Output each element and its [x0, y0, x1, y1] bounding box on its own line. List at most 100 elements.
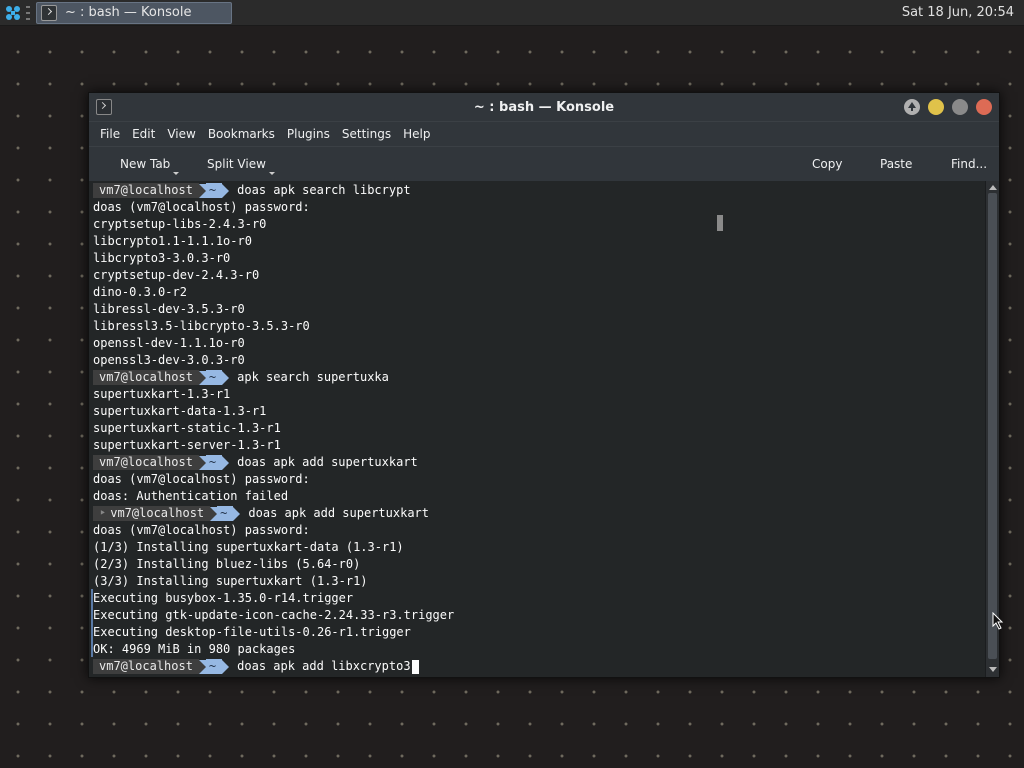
shell-prompt: vm7@localhost ~ — [93, 659, 230, 674]
output-text: (2/3) Installing bluez-libs (5.64-r0) — [93, 557, 361, 571]
output-text: libcrypto3-3.0.3-r0 — [93, 251, 231, 265]
terminal-output-line: openssl3-dev-3.0.3-r0 — [93, 352, 454, 369]
terminal-prompt-line: vm7@localhost ~ doas apk add supertuxkart — [93, 454, 454, 471]
chevron-down-icon — [268, 172, 275, 175]
output-text: libressl-dev-3.5.3-r0 — [93, 302, 245, 316]
terminal-output-line: supertuxkart-static-1.3-r1 — [93, 420, 454, 437]
terminal-output-line: supertuxkart-1.3-r1 — [93, 386, 454, 403]
output-text: supertuxkart-static-1.3-r1 — [93, 421, 281, 435]
terminal-scrollbar[interactable] — [985, 181, 999, 677]
terminal-output-line: Executing gtk-update-icon-cache-2.24.33-… — [93, 607, 454, 624]
window-menu-icon[interactable] — [96, 99, 112, 115]
scroll-up-icon[interactable] — [989, 185, 997, 190]
prompt-host: vm7@localhost — [93, 370, 199, 385]
terminal-output-line: openssl-dev-1.1.1o-r0 — [93, 335, 454, 352]
window-title: ~ : bash — Konsole — [473, 99, 615, 115]
terminal-output-line: supertuxkart-data-1.3-r1 — [93, 403, 454, 420]
menu-bookmarks[interactable]: Bookmarks — [202, 127, 281, 141]
output-text: doas (vm7@localhost) password: — [93, 472, 310, 486]
output-marker — [91, 589, 93, 657]
clock[interactable]: Sat 18 Jun, 20:54 — [902, 5, 1014, 20]
toolbar: New Tab Split View Copy Paste Find... — [89, 146, 999, 182]
prompt-separator-icon — [198, 659, 206, 674]
prompt-host: ‣ vm7@localhost — [93, 506, 211, 521]
output-text: OK: 4969 MiB in 980 packages — [93, 642, 296, 656]
output-text: libcrypto1.1-1.1.1o-r0 — [93, 234, 252, 248]
terminal-output-line: Executing busybox-1.35.0-r14.trigger — [93, 590, 454, 607]
terminal-output-line: libressl-dev-3.5.3-r0 — [93, 301, 454, 318]
scroll-down-icon[interactable] — [989, 667, 997, 672]
lock-icon: ‣ — [99, 506, 107, 520]
output-text: doas (vm7@localhost) password: — [93, 200, 310, 214]
find-button[interactable]: Find... — [951, 157, 987, 171]
terminal-output-line: (3/3) Installing supertuxkart (1.3-r1) — [93, 573, 454, 590]
command-text: doas apk add supertuxkart — [248, 506, 430, 520]
terminal-output-line: Executing desktop-file-utils-0.26-r1.tri… — [93, 624, 454, 641]
prompt-dir: ~ — [217, 506, 234, 521]
copy-button[interactable]: Copy — [812, 157, 842, 171]
prompt-separator-icon — [198, 370, 206, 385]
paste-button[interactable]: Paste — [880, 157, 912, 171]
menu-file[interactable]: File — [94, 127, 126, 141]
prompt-separator-icon — [198, 455, 206, 470]
menu-edit[interactable]: Edit — [126, 127, 161, 141]
prompt-dir: ~ — [205, 183, 223, 198]
menu-help[interactable]: Help — [397, 127, 436, 141]
window-buttons — [904, 99, 992, 115]
terminal-output-line: libcrypto3-3.0.3-r0 — [93, 250, 454, 267]
maximize-button[interactable] — [952, 99, 968, 115]
chevron-down-icon — [173, 172, 180, 175]
task-label: ~ : bash — Konsole — [65, 5, 192, 20]
terminal-prompt-line: vm7@localhost ~ doas apk search libcrypt — [93, 182, 454, 199]
menu-bar: File Edit View Bookmarks Plugins Setting… — [89, 121, 999, 146]
prompt-separator-icon — [210, 506, 218, 521]
prompt-dir: ~ — [205, 370, 223, 385]
scrollbar-thumb[interactable] — [988, 193, 997, 659]
terminal-output-line: supertuxkart-server-1.3-r1 — [93, 437, 454, 454]
output-text: supertuxkart-1.3-r1 — [93, 387, 231, 401]
prompt-arrow-icon — [222, 659, 230, 674]
output-text: supertuxkart-server-1.3-r1 — [93, 438, 281, 452]
application-launcher-button[interactable] — [0, 0, 26, 26]
output-text: doas (vm7@localhost) password: — [93, 523, 310, 537]
panel-separator — [26, 5, 32, 20]
terminal-display[interactable]: vm7@localhost ~ doas apk search libcrypt do… — [89, 181, 987, 677]
window-titlebar[interactable]: ~ : bash — Konsole — [89, 93, 999, 121]
konsole-icon — [41, 4, 57, 21]
output-text: Executing gtk-update-icon-cache-2.24.33-… — [93, 608, 455, 622]
output-text: dino-0.3.0-r2 — [93, 285, 187, 299]
terminal-output-line: (2/3) Installing bluez-libs (5.64-r0) — [93, 556, 454, 573]
new-tab-button[interactable]: New Tab — [120, 157, 180, 175]
output-text: Executing desktop-file-utils-0.26-r1.tri… — [93, 625, 411, 639]
text-cursor — [411, 659, 419, 674]
output-text: cryptsetup-libs-2.4.3-r0 — [93, 217, 267, 231]
menu-settings[interactable]: Settings — [336, 127, 397, 141]
top-panel: ~ : bash — Konsole Sat 18 Jun, 20:54 — [0, 0, 1024, 26]
minimize-button[interactable] — [928, 99, 944, 115]
prompt-dir: ~ — [205, 659, 223, 674]
prompt-host-text: vm7@localhost — [99, 659, 193, 673]
output-text: openssl3-dev-3.0.3-r0 — [93, 353, 245, 367]
task-konsole[interactable]: ~ : bash — Konsole — [36, 1, 232, 24]
terminal-output-line: (1/3) Installing supertuxkart-data (1.3-… — [93, 539, 454, 556]
terminal-output-line: libressl3.5-libcrypto-3.5.3-r0 — [93, 318, 454, 335]
close-button[interactable] — [976, 99, 992, 115]
output-text: openssl-dev-1.1.1o-r0 — [93, 336, 245, 350]
split-view-button[interactable]: Split View — [207, 157, 275, 175]
keep-above-button[interactable] — [904, 99, 920, 115]
menu-plugins[interactable]: Plugins — [281, 127, 336, 141]
prompt-host: vm7@localhost — [93, 183, 199, 198]
terminal-lines: vm7@localhost ~ doas apk search libcrypt do… — [93, 182, 454, 675]
output-text: cryptsetup-dev-2.4.3-r0 — [93, 268, 260, 282]
shell-prompt: vm7@localhost ~ — [93, 455, 230, 470]
output-text: libressl3.5-libcrypto-3.5.3-r0 — [93, 319, 310, 333]
terminal-output-line: doas (vm7@localhost) password: — [93, 199, 454, 216]
menu-view[interactable]: View — [161, 127, 201, 141]
output-text: (1/3) Installing supertuxkart-data (1.3-… — [93, 540, 404, 554]
prompt-host-text: vm7@localhost — [99, 455, 193, 469]
prompt-dir: ~ — [205, 455, 223, 470]
prompt-separator-icon — [198, 183, 206, 198]
prompt-host-text: vm7@localhost — [110, 506, 205, 520]
output-text: (3/3) Installing supertuxkart (1.3-r1) — [93, 574, 368, 588]
output-text: Executing busybox-1.35.0-r14.trigger — [93, 591, 354, 605]
